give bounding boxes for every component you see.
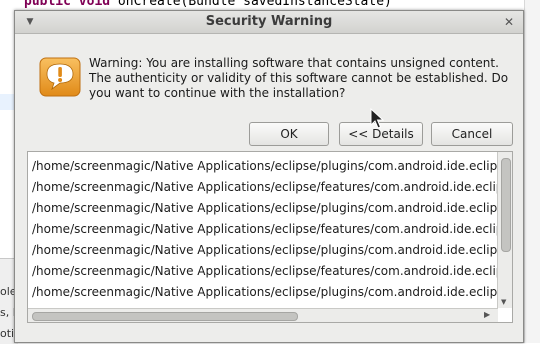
unsigned-content-list[interactable]: /home/screenmagic/Native Applications/ec… <box>27 151 513 323</box>
current-line-highlight <box>0 94 14 110</box>
list-item[interactable]: /home/screenmagic/Native Applications/ec… <box>32 261 512 281</box>
close-icon[interactable]: ✕ <box>501 14 517 30</box>
warning-speech-bubble-icon <box>39 57 81 97</box>
list-item[interactable]: /home/screenmagic/Native Applications/ec… <box>32 282 512 302</box>
code-line: public void onCreate(Bundle savedInstanc… <box>24 0 392 9</box>
list-item[interactable]: /home/screenmagic/Native Applications/ec… <box>32 198 512 218</box>
list-item[interactable]: /home/screenmagic/Native Applications/ec… <box>32 240 512 260</box>
list-item[interactable]: /home/screenmagic/Native Applications/ec… <box>32 177 512 197</box>
code-text: onCreate(Bundle savedInstanceState) <box>110 0 392 9</box>
horizontal-scrollbar[interactable]: ▶ <box>28 308 498 322</box>
scroll-right-arrow-icon[interactable]: ▶ <box>484 310 490 319</box>
dialog-titlebar[interactable]: ▼ Security Warning ✕ <box>15 11 523 34</box>
horizontal-scroll-thumb[interactable] <box>32 312 298 321</box>
warning-message: Warning: You are installing software tha… <box>89 56 509 100</box>
scroll-down-arrow-icon[interactable]: ▼ <box>501 298 506 306</box>
mouse-pointer-icon <box>370 108 384 129</box>
code-keyword: public void <box>24 0 111 9</box>
ok-button[interactable]: OK <box>249 122 329 146</box>
vertical-scroll-thumb[interactable] <box>501 158 511 252</box>
cancel-button[interactable]: Cancel <box>431 122 513 146</box>
dialog-title: Security Warning <box>205 14 333 29</box>
security-warning-dialog: ▼ Security Warning ✕ Warning: You are in… <box>14 10 524 343</box>
vertical-scrollbar[interactable]: ▼ <box>497 152 512 308</box>
list-item[interactable]: /home/screenmagic/Native Applications/ec… <box>32 219 512 239</box>
editor-right-ruler <box>524 0 540 343</box>
list-item[interactable]: /home/screenmagic/Native Applications/ec… <box>32 156 512 176</box>
